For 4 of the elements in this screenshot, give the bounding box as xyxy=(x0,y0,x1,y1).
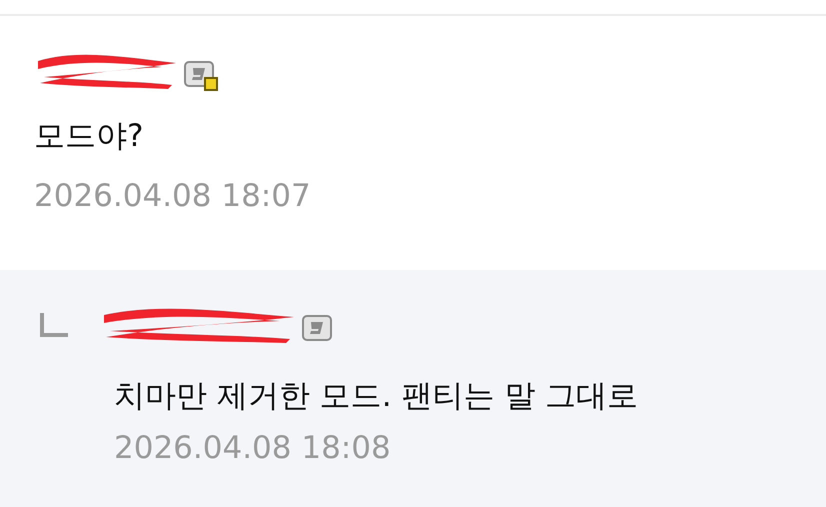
comment-time: 2026.04.08 18:08 xyxy=(114,429,392,468)
comment-time: 2026.04.08 18:07 xyxy=(34,177,312,216)
comment-text: 모드야? xyxy=(34,117,144,156)
comment-text: 치마만 제거한 모드. 팬티는 말 그대로 xyxy=(114,377,640,416)
